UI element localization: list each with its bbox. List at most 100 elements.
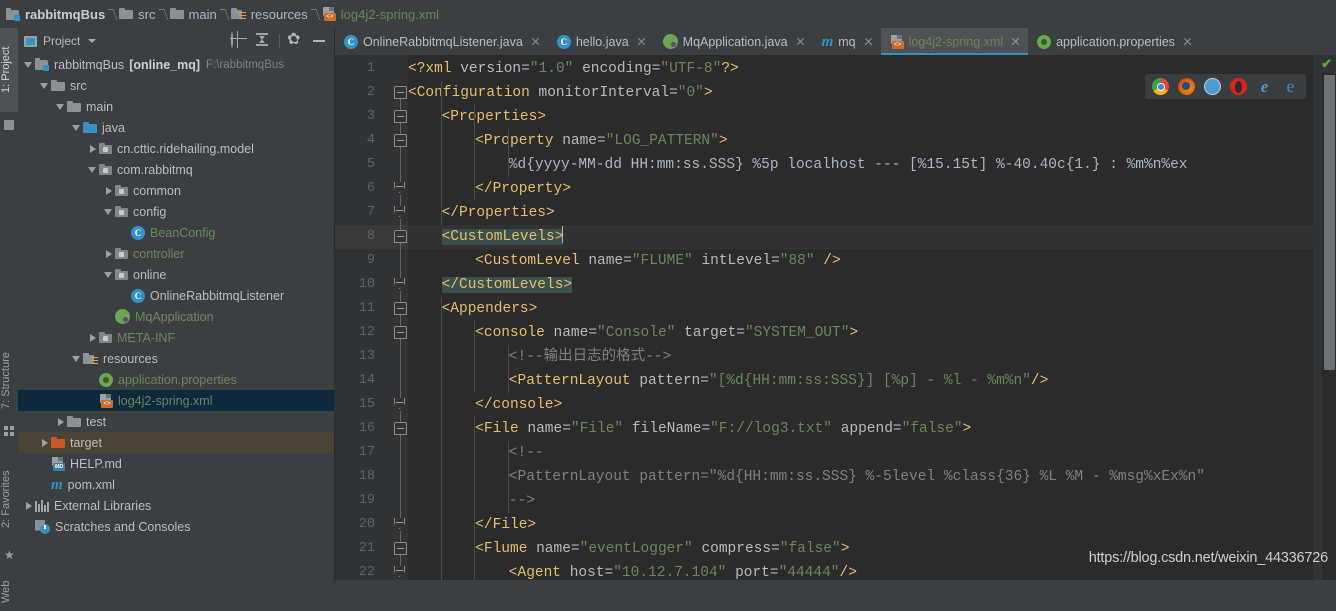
opera-icon[interactable] bbox=[1230, 78, 1247, 95]
edge-icon[interactable]: e bbox=[1282, 77, 1299, 95]
editor-tab-hello-java[interactable]: Chello.java bbox=[548, 28, 654, 55]
breadcrumb-item-rabbitmqbus[interactable]: rabbitmqBus bbox=[4, 0, 108, 28]
chevron-down-icon[interactable] bbox=[102, 268, 115, 281]
close-icon[interactable] bbox=[863, 36, 874, 47]
code-token: "Console" bbox=[597, 325, 676, 341]
chevron-down-icon[interactable] bbox=[86, 163, 99, 176]
chrome-icon[interactable] bbox=[1152, 78, 1169, 95]
chevron-right-icon[interactable] bbox=[102, 247, 115, 260]
tree-node-help-md[interactable]: MD HELP.md bbox=[18, 453, 334, 474]
tree-node-cn-cttic-ridehailing-model[interactable]: cn.cttic.ridehailing.model bbox=[18, 138, 334, 159]
project-view-selector[interactable]: Project bbox=[24, 34, 97, 48]
fold-region-end-icon[interactable] bbox=[394, 182, 407, 195]
chevron-down-icon[interactable] bbox=[38, 79, 51, 92]
code-token: encoding bbox=[582, 61, 652, 77]
tree-node-meta-inf[interactable]: META-INF bbox=[18, 327, 334, 348]
tree-node-onlinerabbitmqlistener[interactable]: C OnlineRabbitmqListener bbox=[18, 285, 334, 306]
chevron-right-icon[interactable] bbox=[38, 436, 51, 449]
code-text[interactable]: <?xml version="1.0" encoding="UTF-8"?> <C… bbox=[408, 55, 1336, 583]
fold-column[interactable] bbox=[393, 55, 408, 583]
tree-node-main[interactable]: main bbox=[18, 96, 334, 117]
tree-node-pom-xml[interactable]: m pom.xml bbox=[18, 474, 334, 495]
project-tree[interactable]: rabbitmqBus [online_mq] F:\rabbitmqBus src m… bbox=[18, 54, 334, 583]
editor-scrollbar-rail[interactable]: ✔ bbox=[1313, 55, 1336, 583]
tree-node-java[interactable]: java bbox=[18, 117, 334, 138]
breadcrumb-item-log4j2-spring-xml[interactable]: <> log4j2-spring.xml bbox=[320, 0, 442, 28]
close-icon[interactable] bbox=[636, 36, 647, 47]
fold-region-end-icon[interactable] bbox=[394, 566, 407, 579]
tree-node-scratches-and-consoles[interactable]: Scratches and Consoles bbox=[18, 516, 334, 537]
firefox-icon[interactable] bbox=[1178, 78, 1195, 95]
chevron-right-icon[interactable] bbox=[102, 184, 115, 197]
code-token: <PatternLayout bbox=[508, 373, 640, 389]
chevron-right-icon[interactable] bbox=[86, 331, 99, 344]
tree-node-resources[interactable]: resources bbox=[18, 348, 334, 369]
fold-collapse-icon[interactable] bbox=[394, 326, 407, 339]
chevron-down-icon[interactable] bbox=[70, 352, 83, 365]
tool-window-tab-structure[interactable]: 7: Structure bbox=[0, 338, 18, 423]
hide-icon[interactable] bbox=[312, 33, 328, 49]
internet-explorer-icon[interactable]: e bbox=[1256, 78, 1273, 95]
close-icon[interactable] bbox=[1010, 36, 1021, 47]
tree-node-controller[interactable]: controller bbox=[18, 243, 334, 264]
fold-collapse-icon[interactable] bbox=[394, 302, 407, 315]
editor-tab-mq[interactable]: m mq bbox=[813, 28, 881, 55]
code-editor[interactable]: 1 2 3 4 5 6 7 8 9 10 11 12 13 14 15 16 17 18 19 20 21 22 <?xm… bbox=[335, 55, 1336, 583]
scrollbar-thumb[interactable] bbox=[1324, 75, 1335, 370]
tree-node-src[interactable]: src bbox=[18, 75, 334, 96]
chevron-down-icon[interactable] bbox=[70, 121, 83, 134]
chevron-right-icon[interactable] bbox=[22, 499, 35, 512]
tree-node-log4j2-spring-xml[interactable]: <> log4j2-spring.xml bbox=[18, 390, 334, 411]
fold-collapse-icon[interactable] bbox=[394, 230, 407, 243]
close-icon[interactable] bbox=[795, 36, 806, 47]
breadcrumb-item-src[interactable]: src bbox=[117, 0, 158, 28]
tree-node-rabbitmqbus[interactable]: rabbitmqBus [online_mq] F:\rabbitmqBus bbox=[18, 54, 334, 75]
close-icon[interactable] bbox=[530, 36, 541, 47]
fold-collapse-icon[interactable] bbox=[394, 134, 407, 147]
project-icon bbox=[24, 35, 37, 47]
chevron-right-icon[interactable] bbox=[86, 142, 99, 155]
tree-node-label: com.rabbitmq bbox=[117, 162, 193, 177]
tree-node-test[interactable]: test bbox=[18, 411, 334, 432]
toolbar-divider bbox=[279, 34, 280, 48]
gear-icon[interactable] bbox=[288, 33, 304, 49]
tree-node-common[interactable]: common bbox=[18, 180, 334, 201]
safari-icon[interactable] bbox=[1204, 78, 1221, 95]
browser-launch-bar[interactable]: e e bbox=[1145, 74, 1306, 99]
tool-window-tab-web[interactable]: Web bbox=[0, 573, 18, 611]
fold-collapse-icon[interactable] bbox=[394, 542, 407, 555]
tree-node-target[interactable]: target bbox=[18, 432, 334, 453]
tool-window-tab-project[interactable]: 1: Project bbox=[0, 28, 18, 112]
tree-node-com-rabbitmq[interactable]: com.rabbitmq bbox=[18, 159, 334, 180]
breadcrumb-item-resources[interactable]: resources bbox=[229, 0, 311, 28]
chevron-down-icon[interactable] bbox=[102, 205, 115, 218]
tree-node-beanconfig[interactable]: C BeanConfig bbox=[18, 222, 334, 243]
editor-tab-log4j2-spring-xml[interactable]: <> log4j2-spring.xml bbox=[880, 28, 1029, 55]
locate-target-icon[interactable] bbox=[231, 32, 247, 49]
fold-collapse-icon[interactable] bbox=[394, 110, 407, 123]
tree-node-application-properties[interactable]: application.properties bbox=[18, 369, 334, 390]
editor-tab-mqapplication-java[interactable]: MqApplication.java bbox=[654, 28, 813, 55]
code-token: "F://log3.txt" bbox=[710, 421, 832, 437]
fold-region-end-icon[interactable] bbox=[394, 206, 407, 219]
editor-tab-application-properties[interactable]: application.properties bbox=[1028, 28, 1200, 55]
tree-node-external-libraries[interactable]: External Libraries bbox=[18, 495, 334, 516]
collapse-all-icon[interactable] bbox=[255, 33, 271, 49]
tree-node-mqapplication[interactable]: MqApplication bbox=[18, 306, 334, 327]
chevron-right-icon[interactable] bbox=[54, 415, 67, 428]
fold-region-end-icon[interactable] bbox=[394, 518, 407, 531]
editor-tab-onlinerabbitmqlistener-java[interactable]: C OnlineRabbitmqListener.java bbox=[335, 28, 548, 55]
tree-node-online[interactable]: online bbox=[18, 264, 334, 285]
fold-collapse-icon[interactable] bbox=[394, 86, 407, 99]
code-token: = bbox=[771, 541, 780, 557]
breadcrumb-item-main[interactable]: main bbox=[168, 0, 220, 28]
fold-region-end-icon[interactable] bbox=[394, 278, 407, 291]
tool-window-tab-favorites[interactable]: 2: Favorites bbox=[0, 453, 18, 546]
green-check-icon[interactable]: ✔ bbox=[1321, 56, 1332, 72]
fold-region-end-icon[interactable] bbox=[394, 398, 407, 411]
fold-collapse-icon[interactable] bbox=[394, 422, 407, 435]
close-icon[interactable] bbox=[1182, 36, 1193, 47]
chevron-down-icon[interactable] bbox=[54, 100, 67, 113]
tree-node-config[interactable]: config bbox=[18, 201, 334, 222]
chevron-down-icon[interactable] bbox=[22, 58, 35, 71]
